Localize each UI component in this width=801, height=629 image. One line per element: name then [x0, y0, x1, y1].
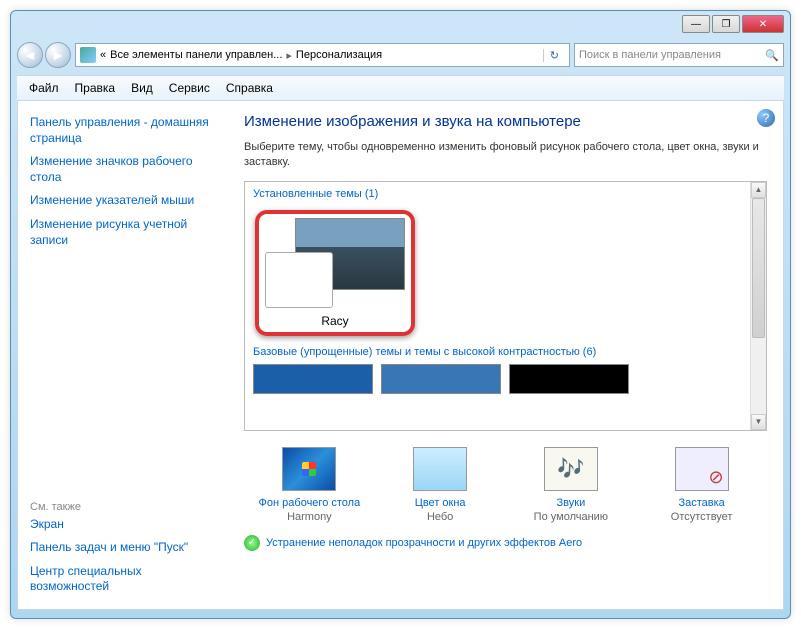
address-prefix: «	[100, 49, 106, 61]
sounds-icon: 🎶	[544, 447, 598, 491]
troubleshoot-label: Устранение неполадок прозрачности и друг…	[266, 537, 582, 549]
see-also-taskbar[interactable]: Панель задач и меню "Пуск"	[30, 536, 216, 560]
theme-name-label: Racy	[263, 314, 407, 328]
scrollbar[interactable]: ▲ ▼	[750, 182, 766, 430]
opt-sounds[interactable]: 🎶 Звуки По умолчанию	[511, 447, 631, 523]
menu-help[interactable]: Справка	[218, 77, 281, 99]
bottom-options: Фон рабочего стола Harmony Цвет окна Неб…	[244, 447, 767, 523]
forward-button[interactable]: ►	[45, 42, 71, 68]
basic-theme-3[interactable]	[509, 364, 629, 394]
search-placeholder: Поиск в панели управления	[579, 49, 721, 61]
scroll-up-button[interactable]: ▲	[751, 182, 766, 198]
desktop-bg-icon	[282, 447, 336, 491]
menu-edit[interactable]: Правка	[67, 77, 124, 99]
theme-thumbnail	[265, 218, 405, 308]
refresh-button[interactable]: ↻	[543, 49, 565, 62]
address-part2[interactable]: Персонализация	[296, 49, 382, 61]
titlebar: — ❐ ✕	[11, 11, 790, 39]
address-part1[interactable]: Все элементы панели управлен...	[110, 49, 282, 61]
theme-list: ▲ ▼ Установленные темы (1) Racy Базовые …	[244, 181, 767, 431]
address-icon	[80, 47, 96, 63]
basic-theme-2[interactable]	[381, 364, 501, 394]
sidebar-link-account-picture[interactable]: Изменение рисунка учетной записи	[30, 213, 216, 252]
sidebar-link-pointers[interactable]: Изменение указателей мыши	[30, 189, 216, 213]
opt-color-title: Цвет окна	[380, 497, 500, 509]
see-also-accessibility[interactable]: Центр специальных возможностей	[30, 560, 216, 599]
menubar: Файл Правка Вид Сервис Справка	[17, 75, 784, 101]
opt-sounds-title: Звуки	[511, 497, 631, 509]
window: — ❐ ✕ ◄ ► « Все элементы панели управлен…	[10, 10, 791, 619]
basic-theme-1[interactable]	[253, 364, 373, 394]
page-subheading: Выберите тему, чтобы одновременно измени…	[244, 140, 767, 171]
main: ? Изменение изображения и звука на компь…	[228, 101, 783, 609]
troubleshoot-icon: ✓	[244, 535, 260, 551]
opt-color-sub: Небо	[380, 511, 500, 523]
opt-sounds-sub: По умолчанию	[511, 511, 631, 523]
menu-service[interactable]: Сервис	[161, 77, 218, 99]
menu-view[interactable]: Вид	[123, 77, 161, 99]
opt-desktop-title: Фон рабочего стола	[249, 497, 369, 509]
help-icon[interactable]: ?	[757, 109, 775, 127]
menu-file[interactable]: Файл	[21, 77, 67, 99]
screensaver-icon	[675, 447, 729, 491]
back-button[interactable]: ◄	[17, 42, 43, 68]
category-basic: Базовые (упрощенные) темы и темы с высок…	[245, 340, 766, 364]
opt-saver-title: Заставка	[642, 497, 762, 509]
window-color-icon	[413, 447, 467, 491]
opt-screensaver[interactable]: Заставка Отсутствует	[642, 447, 762, 523]
see-also-display[interactable]: Экран	[30, 513, 216, 537]
search-icon[interactable]: 🔍	[765, 49, 779, 62]
theme-thumb-sub	[265, 252, 333, 308]
search-input[interactable]: Поиск в панели управления 🔍	[574, 43, 784, 67]
troubleshoot-link[interactable]: ✓ Устранение неполадок прозрачности и др…	[244, 535, 767, 551]
category-installed: Установленные темы (1)	[245, 182, 766, 206]
content: Панель управления - домашняя страница Из…	[17, 101, 784, 610]
opt-desktop-sub: Harmony	[249, 511, 369, 523]
address-bar[interactable]: « Все элементы панели управлен... ▸ Перс…	[75, 43, 570, 67]
opt-saver-sub: Отсутствует	[642, 511, 762, 523]
breadcrumb-sep-icon: ▸	[286, 49, 292, 62]
see-also-label: См. также	[30, 493, 216, 513]
maximize-button[interactable]: ❐	[712, 15, 740, 33]
page-title: Изменение изображения и звука на компьют…	[244, 113, 767, 130]
opt-desktop-background[interactable]: Фон рабочего стола Harmony	[249, 447, 369, 523]
sidebar-link-icons[interactable]: Изменение значков рабочего стола	[30, 150, 216, 189]
minimize-button[interactable]: —	[682, 15, 710, 33]
opt-window-color[interactable]: Цвет окна Небо	[380, 447, 500, 523]
scroll-thumb[interactable]	[752, 198, 765, 338]
sidebar-link-home[interactable]: Панель управления - домашняя страница	[30, 111, 216, 150]
theme-racy[interactable]: Racy	[255, 210, 415, 336]
basic-themes-row	[245, 364, 766, 394]
close-button[interactable]: ✕	[742, 15, 784, 33]
scroll-down-button[interactable]: ▼	[751, 414, 766, 430]
navbar: ◄ ► « Все элементы панели управлен... ▸ …	[17, 39, 784, 71]
sidebar: Панель управления - домашняя страница Из…	[18, 101, 228, 609]
